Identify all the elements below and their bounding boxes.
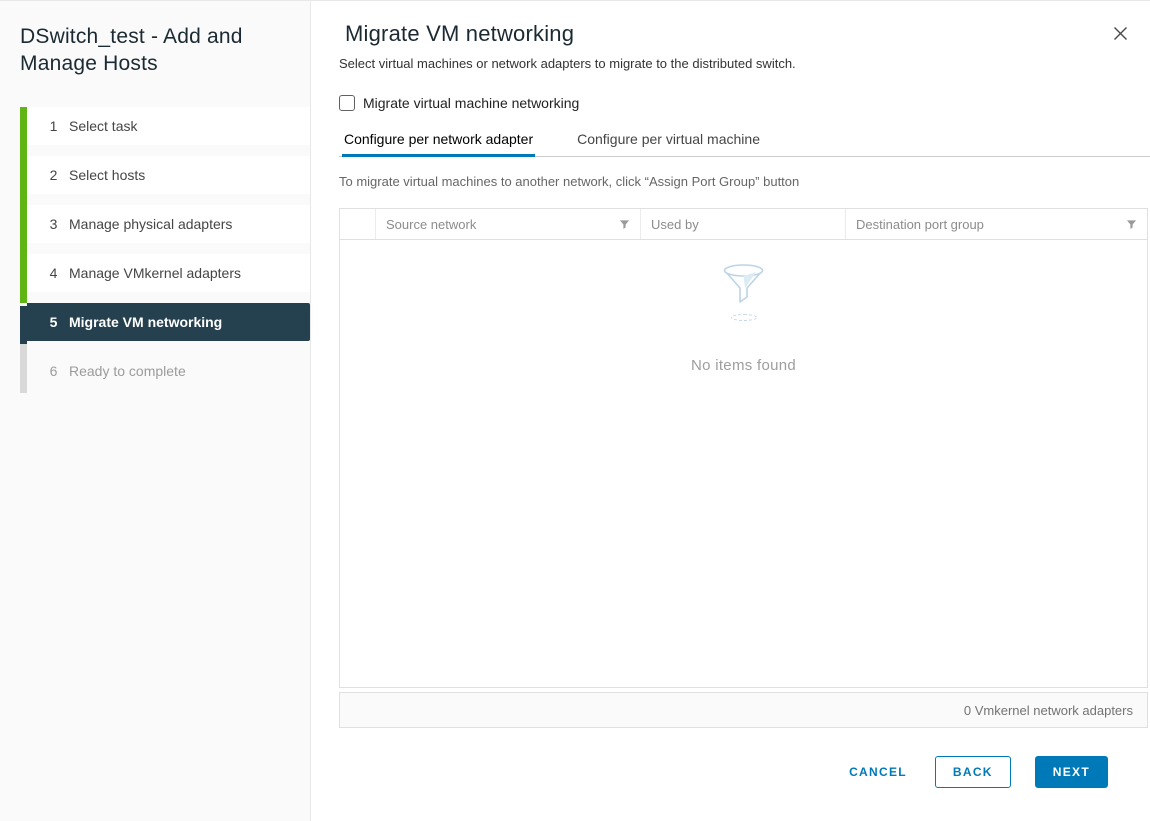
info-text: To migrate virtual machines to another n… — [339, 174, 1150, 189]
track-completed-segment — [20, 107, 27, 303]
adapter-count-text: 0 Vmkernel network adapters — [964, 703, 1133, 718]
cancel-button[interactable]: CANCEL — [845, 756, 911, 788]
step-label: Select hosts — [69, 167, 145, 183]
column-header-used-by: Used by — [641, 209, 846, 239]
wizard-sidebar: DSwitch_test - Add and Manage Hosts 1 Se… — [0, 1, 311, 821]
step-manage-vmkernel-adapters[interactable]: 4 Manage VMkernel adapters — [27, 254, 310, 292]
table-body-empty: No items found — [340, 240, 1147, 687]
column-header-destination-port-group: Destination port group — [846, 209, 1147, 239]
step-label: Ready to complete — [69, 363, 186, 379]
wizard-title: DSwitch_test - Add and Manage Hosts — [0, 23, 310, 77]
page-title: Migrate VM networking — [339, 21, 1150, 47]
step-ready-to-complete[interactable]: 6 Ready to complete — [27, 352, 310, 390]
table-header-row: Source network Used by Destination port … — [340, 209, 1147, 240]
column-header-handle — [340, 209, 376, 239]
column-header-source-network: Source network — [376, 209, 641, 239]
step-manage-physical-adapters[interactable]: 3 Manage physical adapters — [27, 205, 310, 243]
step-label: Manage VMkernel adapters — [69, 265, 241, 281]
track-active-segment — [20, 306, 27, 344]
step-label: Select task — [69, 118, 137, 134]
step-label: Manage physical adapters — [69, 216, 232, 232]
tab-configure-per-network-adapter[interactable]: Configure per network adapter — [342, 131, 535, 157]
column-label: Used by — [651, 217, 835, 232]
empty-state: No items found — [340, 262, 1147, 374]
column-label: Source network — [386, 217, 619, 232]
wizard-actions: CANCEL BACK NEXT — [339, 756, 1108, 788]
tab-configure-per-virtual-machine[interactable]: Configure per virtual machine — [575, 131, 762, 157]
step-number: 2 — [47, 167, 60, 183]
wizard-main-panel: Migrate VM networking Select virtual mac… — [311, 1, 1150, 821]
column-label: Destination port group — [856, 217, 1126, 232]
step-select-task[interactable]: 1 Select task — [27, 107, 310, 145]
step-label: Migrate VM networking — [69, 314, 222, 330]
table-footer: 0 Vmkernel network adapters — [339, 692, 1148, 728]
step-number: 4 — [47, 265, 60, 281]
config-tabs: Configure per network adapter Configure … — [339, 131, 1150, 157]
track-upcoming-segment — [20, 344, 27, 393]
filter-icon[interactable] — [619, 219, 630, 230]
close-icon[interactable] — [1110, 23, 1130, 43]
step-migrate-vm-networking[interactable]: 5 Migrate VM networking — [27, 303, 310, 341]
step-number: 1 — [47, 118, 60, 134]
page-subtitle: Select virtual machines or network adapt… — [339, 56, 1150, 71]
back-button[interactable]: BACK — [935, 756, 1011, 788]
migrate-networking-checkbox-row: Migrate virtual machine networking — [339, 95, 1150, 111]
step-number: 5 — [47, 314, 60, 330]
migrate-networking-checkbox[interactable] — [339, 95, 355, 111]
wizard-steps: 1 Select task 2 Select hosts 3 Manage ph… — [20, 107, 310, 390]
step-number: 6 — [47, 363, 60, 379]
step-number: 3 — [47, 216, 60, 232]
step-progress-track — [20, 107, 27, 393]
network-adapters-table: Source network Used by Destination port … — [339, 208, 1148, 688]
funnel-icon — [718, 262, 770, 310]
empty-state-text: No items found — [691, 357, 796, 374]
add-and-manage-hosts-wizard: DSwitch_test - Add and Manage Hosts 1 Se… — [0, 0, 1150, 821]
step-select-hosts[interactable]: 2 Select hosts — [27, 156, 310, 194]
funnel-shadow — [731, 314, 757, 321]
filter-icon[interactable] — [1126, 219, 1137, 230]
next-button[interactable]: NEXT — [1035, 756, 1108, 788]
migrate-networking-checkbox-label[interactable]: Migrate virtual machine networking — [363, 95, 579, 111]
